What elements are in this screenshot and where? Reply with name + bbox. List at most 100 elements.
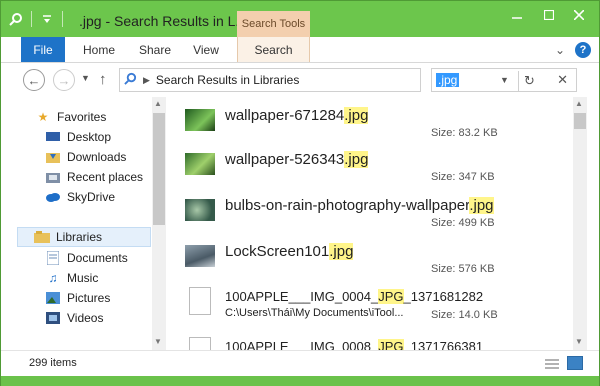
desktop-icon <box>45 130 61 144</box>
breadcrumb-arrow-icon[interactable]: ▶ <box>143 75 150 86</box>
file-size: Size: 83.2 KB <box>431 127 498 139</box>
list-item[interactable]: wallpaper-671284.jpg Size: 83.2 KB <box>185 99 571 143</box>
search-results-list: wallpaper-671284.jpg Size: 83.2 KB wallp… <box>171 97 571 350</box>
sidebar-item-label: Videos <box>67 311 104 325</box>
scroll-down-icon[interactable]: ▼ <box>575 337 583 346</box>
search-query[interactable]: .jpg <box>436 73 460 87</box>
large-icons-view-icon[interactable] <box>567 356 583 370</box>
tab-view[interactable]: View <box>189 37 223 62</box>
expand-ribbon-icon[interactable]: ⌄ <box>555 43 565 57</box>
libraries-icon <box>34 230 50 244</box>
image-thumbnail <box>185 245 215 267</box>
help-icon[interactable]: ? <box>575 42 591 58</box>
list-item[interactable]: 100APPLE___IMG_0004_JPG_1371681282 C:\Us… <box>185 285 571 329</box>
maximize-button[interactable] <box>537 5 561 25</box>
file-size: Size: 14.0 KB <box>431 309 498 321</box>
window-title: .jpg - Search Results in L... <box>79 13 248 29</box>
nav-favorites[interactable]: ★ Favorites <box>35 107 107 127</box>
file-name: 100APPLE___IMG_0008_JPG_1371766381 <box>225 339 483 350</box>
sidebar-item-music[interactable]: ♫ Music <box>45 268 99 288</box>
file-name: LockScreen101.jpg <box>225 243 354 260</box>
item-count: 299 items <box>29 357 77 369</box>
list-item[interactable]: 100APPLE___IMG_0008_JPG_1371766381 <box>185 335 571 350</box>
search-tools-header: Search Tools <box>237 11 310 37</box>
scroll-up-icon[interactable]: ▲ <box>154 99 162 108</box>
sidebar-item-recent-places[interactable]: Recent places <box>45 167 143 187</box>
cloud-icon <box>45 190 61 204</box>
music-icon: ♫ <box>48 271 58 285</box>
search-input[interactable]: .jpg ✕ <box>431 68 577 92</box>
clear-search-icon[interactable]: ✕ <box>557 72 568 88</box>
search-results-icon <box>124 72 137 88</box>
pictures-icon <box>45 291 61 305</box>
ribbon-tabs: File Home Share View Search ⌄ ? <box>1 37 599 63</box>
documents-icon <box>45 251 61 265</box>
sidebar-item-label: SkyDrive <box>67 190 116 204</box>
toolbar-divider <box>31 11 32 27</box>
breadcrumb[interactable]: Search Results in Libraries <box>156 73 299 87</box>
minimize-button[interactable] <box>505 5 529 25</box>
tab-file[interactable]: File <box>21 37 65 62</box>
videos-icon <box>45 311 61 325</box>
file-icon <box>189 287 211 315</box>
scroll-down-icon[interactable]: ▼ <box>154 337 162 346</box>
sidebar-item-label: Desktop <box>67 130 112 144</box>
sidebar-item-videos[interactable]: Videos <box>45 308 103 328</box>
file-icon <box>189 337 211 350</box>
file-size: Size: 576 KB <box>431 263 495 275</box>
content-area: ★ Favorites Desktop Downloads Recent pla… <box>1 97 599 350</box>
tab-home[interactable]: Home <box>79 37 119 62</box>
sidebar-item-label: Music <box>67 271 99 285</box>
sidebar-item-downloads[interactable]: Downloads <box>45 147 126 167</box>
list-item[interactable]: wallpaper-526343.jpg Size: 347 KB <box>185 143 571 187</box>
file-name: bulbs-on-rain-photography-wallpaper.jpg <box>225 197 494 214</box>
tab-search[interactable]: Search <box>237 37 310 62</box>
results-scrollbar-thumb[interactable] <box>574 113 586 129</box>
file-size: Size: 347 KB <box>431 171 495 183</box>
sidebar-item-libraries[interactable]: Libraries <box>17 227 151 247</box>
file-name: 100APPLE___IMG_0004_JPG_1371681282 <box>225 289 484 304</box>
sidebar-item-documents[interactable]: Documents <box>45 248 128 268</box>
scroll-up-icon[interactable]: ▲ <box>575 99 583 108</box>
recent-locations-icon[interactable]: ▼ <box>81 73 90 83</box>
file-name: wallpaper-671284.jpg <box>225 107 369 124</box>
image-thumbnail <box>185 109 215 131</box>
downloads-icon <box>45 150 61 164</box>
back-button[interactable]: ← <box>23 69 45 91</box>
nav-favorites-label: Favorites <box>57 110 107 124</box>
file-size: Size: 499 KB <box>431 217 495 229</box>
sidebar-item-label: Libraries <box>56 230 103 244</box>
nav-scrollbar-thumb[interactable] <box>153 113 165 225</box>
results-scrollbar[interactable] <box>573 97 587 350</box>
search-icon[interactable] <box>7 10 25 28</box>
list-item[interactable]: bulbs-on-rain-photography-wallpaper.jpg … <box>185 189 571 233</box>
star-icon: ★ <box>37 110 49 124</box>
sidebar-item-skydrive[interactable]: SkyDrive <box>45 187 115 207</box>
sidebar-item-label: Documents <box>67 251 128 265</box>
quick-access-toolbar <box>7 10 63 28</box>
sidebar-item-pictures[interactable]: Pictures <box>45 288 110 308</box>
toolbar-divider <box>62 11 63 27</box>
sidebar-item-label: Recent places <box>67 170 144 184</box>
window-frame-bottom <box>1 376 599 386</box>
file-path: C:\Users\Thái\My Documents\iTool... <box>225 307 404 319</box>
address-row: ← → ▼ ↑ ▶ Search Results in Libraries ▼ … <box>1 63 599 97</box>
list-item[interactable]: LockScreen101.jpg Size: 576 KB <box>185 235 571 279</box>
tab-share[interactable]: Share <box>135 37 175 62</box>
sidebar-item-desktop[interactable]: Desktop <box>45 127 111 147</box>
details-view-icon[interactable] <box>545 357 559 369</box>
image-thumbnail <box>185 153 215 175</box>
navigation-pane: ★ Favorites Desktop Downloads Recent pla… <box>1 97 151 350</box>
close-button[interactable] <box>567 5 591 25</box>
ribbon-controls: ⌄ ? <box>555 42 591 58</box>
title-bar: .jpg - Search Results in L... Search Too… <box>1 1 599 37</box>
customize-toolbar-icon[interactable] <box>38 10 56 28</box>
status-bar: 299 items <box>1 350 599 376</box>
forward-button[interactable]: → <box>53 69 75 91</box>
sidebar-item-label: Downloads <box>67 150 127 164</box>
file-name: wallpaper-526343.jpg <box>225 151 369 168</box>
image-thumbnail <box>185 199 215 221</box>
up-button[interactable]: ↑ <box>99 71 107 88</box>
explorer-window: .jpg - Search Results in L... Search Too… <box>0 0 600 386</box>
address-bar[interactable]: ▶ Search Results in Libraries ▼ ↻ <box>119 68 535 92</box>
